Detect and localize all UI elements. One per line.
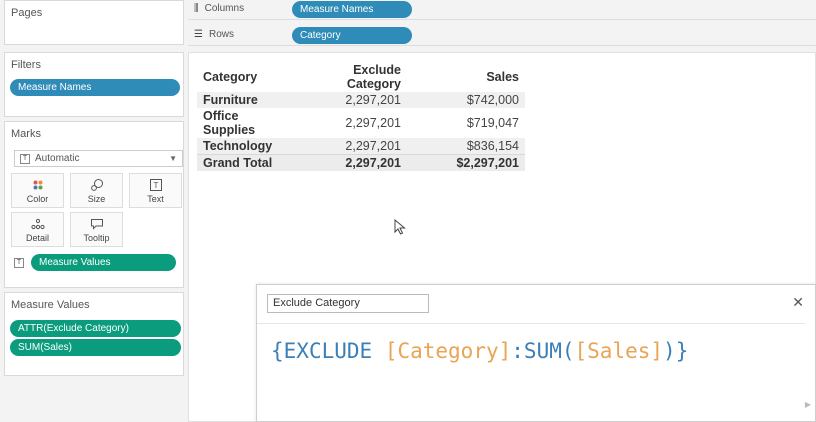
rows-pill-category[interactable]: Category — [292, 27, 412, 44]
row-category: Furniture — [197, 92, 293, 108]
measure-values-card: Measure Values ATTR(Exclude Category) SU… — [4, 292, 184, 376]
table-row[interactable]: Office Supplies 2,297,201 $719,047 — [197, 108, 525, 138]
row-exclude-value: 2,297,201 — [293, 92, 407, 108]
grand-total-label: Grand Total — [197, 154, 293, 171]
row-sales-value: $719,047 — [466, 116, 519, 130]
calculation-editor[interactable]: Exclude Category ✕ {EXCLUDE [Category]:S… — [256, 284, 816, 422]
mouse-pointer-icon — [394, 219, 406, 235]
formula-close-paren: ) — [663, 339, 676, 363]
row-sales-value: $836,154 — [407, 138, 525, 155]
filters-card[interactable]: Filters Measure Names — [4, 52, 184, 117]
size-icon — [90, 178, 104, 192]
detail-icon — [30, 217, 45, 231]
formula-measure: [Sales] — [574, 339, 664, 363]
row-exclude-value: 2,297,201 — [345, 116, 401, 130]
calc-divider — [257, 323, 805, 324]
tooltip-icon — [90, 217, 104, 231]
size-button[interactable]: Size — [70, 173, 123, 208]
formula-colon: : — [511, 339, 524, 363]
crosstab-table[interactable]: Category Exclude Category Sales Furnitur… — [197, 61, 525, 171]
formula-function: SUM — [523, 339, 562, 363]
formula-open-paren: ( — [561, 339, 575, 363]
columns-pill-measure-names[interactable]: Measure Names — [292, 1, 412, 18]
filters-title: Filters — [11, 59, 41, 71]
row-category: Technology — [197, 138, 293, 155]
color-dots-icon — [32, 178, 44, 192]
calc-name-input[interactable]: Exclude Category — [267, 294, 429, 313]
mark-type-dropdown[interactable]: T Automatic ▼ — [14, 150, 183, 167]
tooltip-button-label: Tooltip — [83, 232, 110, 243]
marks-card: Marks T Automatic ▼ Color Size T Text De… — [4, 121, 184, 288]
columns-shelf[interactable]: ⫼ Columns Measure Names — [188, 0, 816, 20]
rows-shelf-label: ☰ Rows — [194, 29, 234, 40]
rows-label: Rows — [208, 29, 234, 40]
formula-close-brace: } — [675, 339, 689, 363]
text-button-label: Text — [147, 193, 164, 204]
text-mark-icon: T — [20, 153, 30, 164]
row-category: Office Supplies — [203, 109, 256, 137]
rows-shelf[interactable]: ☰ Rows Category — [188, 26, 816, 46]
detail-button-label: Detail — [25, 232, 49, 243]
text-icon: T — [149, 178, 162, 192]
grand-total-exclude: 2,297,201 — [293, 154, 407, 171]
measure-pill-sum-sales[interactable]: SUM(Sales) — [10, 339, 181, 356]
mark-type-value: Automatic — [35, 153, 80, 164]
text-button[interactable]: T Text — [129, 173, 182, 208]
table-row[interactable]: Technology 2,297,201 $836,154 — [197, 138, 525, 155]
chevron-down-icon: ▼ — [169, 154, 177, 163]
tooltip-button[interactable]: Tooltip — [70, 212, 123, 247]
calc-formula-editor[interactable]: {EXCLUDE [Category]:SUM([Sales])} — [271, 339, 688, 363]
formula-open-brace: { — [271, 339, 284, 363]
color-button-label: Color — [26, 193, 49, 204]
expand-arrow-icon[interactable]: ▶ — [805, 400, 811, 409]
rows-icon: ☰ — [194, 29, 203, 40]
formula-dimension: [Category] — [384, 339, 512, 363]
text-encoding-row: T Measure Values — [14, 254, 176, 271]
columns-label: Columns — [204, 3, 245, 14]
header-row: Category Exclude Category Sales — [197, 61, 525, 92]
formula-keyword: EXCLUDE — [283, 339, 373, 363]
color-button[interactable]: Color — [11, 173, 64, 208]
measure-pill-attr-exclude-category[interactable]: ATTR(Exclude Category) — [10, 320, 181, 337]
header-sales[interactable]: Sales — [407, 61, 525, 92]
measure-values-title: Measure Values — [11, 299, 90, 311]
text-encoding-icon: T — [14, 257, 24, 268]
grand-total-sales: $2,297,201 — [407, 154, 525, 171]
detail-button[interactable]: Detail — [11, 212, 64, 247]
size-button-label: Size — [87, 193, 106, 204]
grand-total-row[interactable]: Grand Total 2,297,201 $2,297,201 — [197, 154, 525, 171]
header-exclude-category[interactable]: Exclude Category — [293, 61, 407, 92]
header-category[interactable]: Category — [197, 61, 293, 92]
close-icon[interactable]: ✕ — [792, 294, 804, 311]
row-exclude-value: 2,297,201 — [293, 138, 407, 155]
row-sales-value: $742,000 — [407, 92, 525, 108]
table-row[interactable]: Furniture 2,297,201 $742,000 — [197, 92, 525, 108]
columns-shelf-label: ⫼ Columns — [194, 3, 244, 14]
filter-pill-measure-names[interactable]: Measure Names — [10, 79, 180, 96]
pages-card[interactable]: Pages — [4, 0, 184, 45]
svg-text:T: T — [153, 181, 158, 190]
marks-measure-values-pill[interactable]: Measure Values — [31, 254, 176, 271]
marks-title: Marks — [11, 128, 41, 140]
columns-icon: ⫼ — [194, 3, 199, 14]
pages-title: Pages — [11, 7, 43, 19]
tableau-workspace: Pages Filters Measure Names Marks T Auto… — [0, 0, 816, 422]
